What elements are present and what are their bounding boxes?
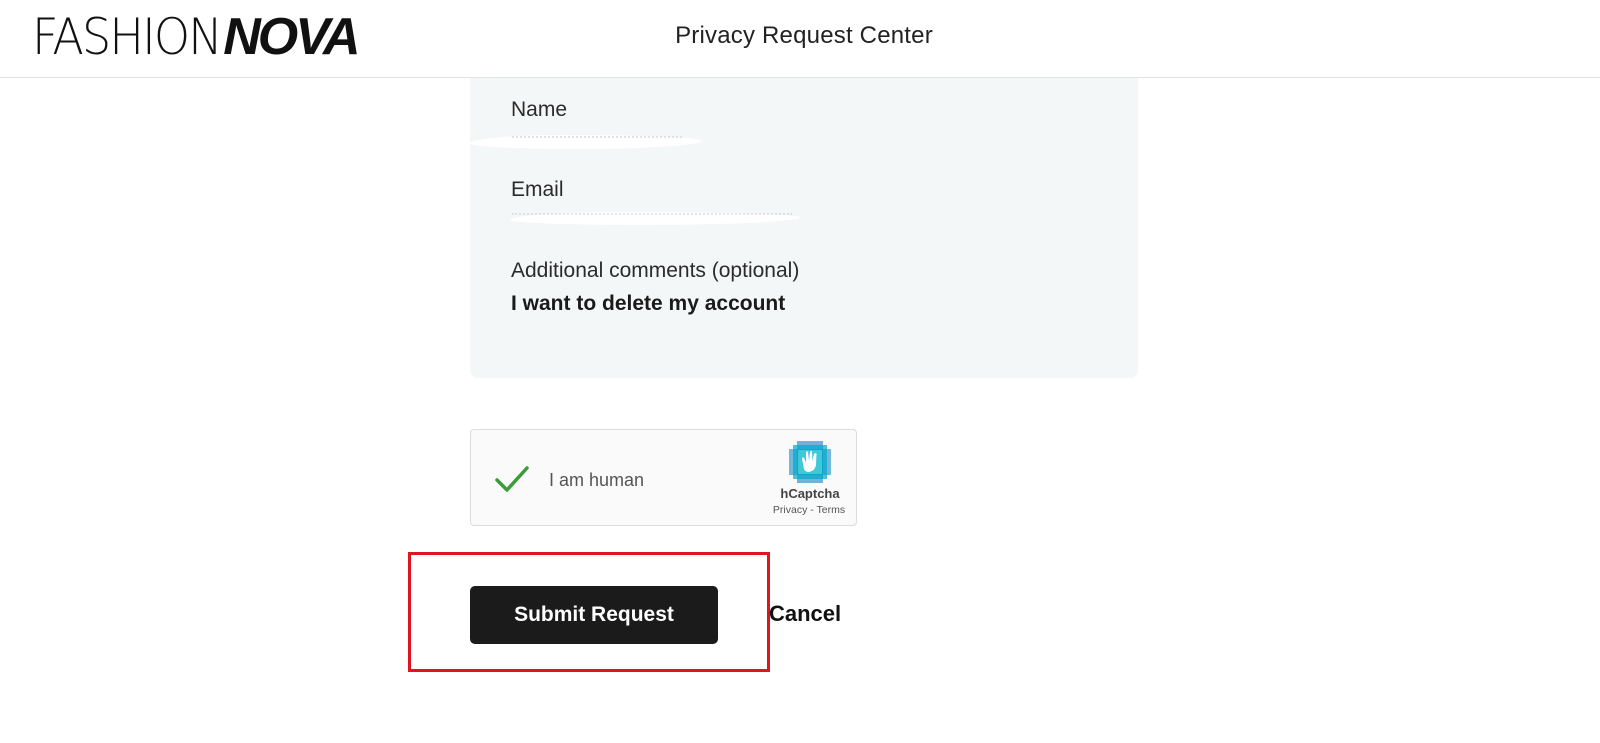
comments-value: I want to delete my account xyxy=(511,292,786,315)
cancel-link[interactable]: Cancel xyxy=(769,601,841,627)
hcaptcha-widget: I am human hCaptcha Privacy - Terms xyxy=(470,429,857,526)
name-field: Name xyxy=(511,98,567,122)
submit-request-button[interactable]: Submit Request xyxy=(470,586,718,644)
hcaptcha-brand: hCaptcha xyxy=(780,486,840,501)
site-header: FASHION NOVA Privacy Request Center xyxy=(0,0,1600,78)
comments-field: Additional comments (optional) I want to… xyxy=(511,259,799,316)
comments-label: Additional comments (optional) xyxy=(511,259,800,282)
hcaptcha-privacy-terms-links[interactable]: Privacy - Terms xyxy=(761,504,857,516)
checkmark-icon[interactable] xyxy=(493,460,531,498)
captcha-label: I am human xyxy=(549,470,645,490)
email-label: Email xyxy=(511,178,564,201)
redaction-residue xyxy=(512,136,682,140)
redaction-residue xyxy=(512,213,792,217)
page-title: Privacy Request Center xyxy=(675,22,933,49)
request-summary-panel: Name Email Additional comments (optional… xyxy=(470,78,1138,378)
name-label: Name xyxy=(511,98,568,121)
hcaptcha-logo-icon xyxy=(789,441,831,483)
email-field: Email xyxy=(511,178,564,202)
